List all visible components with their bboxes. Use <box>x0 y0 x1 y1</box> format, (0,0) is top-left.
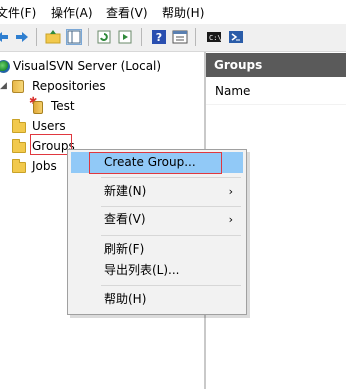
refresh-icon[interactable] <box>96 29 112 45</box>
svg-text:C:\: C:\ <box>209 34 222 42</box>
show-tree-icon[interactable] <box>66 29 82 45</box>
tree-node-users[interactable]: Users <box>0 117 204 135</box>
submenu-arrow-icon: › <box>228 213 233 226</box>
svg-text:?: ? <box>156 31 162 44</box>
toolbar: ? C:\ <box>0 24 346 52</box>
menu-item-export-list[interactable]: 导出列表(L)... <box>71 260 243 281</box>
column-divider <box>206 104 346 105</box>
properties-icon[interactable] <box>172 29 188 45</box>
menu-view[interactable]: 查看(V) <box>106 4 148 21</box>
menu-file[interactable]: 文件(F) <box>0 4 36 21</box>
tree-label-test: Test <box>51 99 75 113</box>
menu-bar: 文件(F) 操作(A) 查看(V) 帮助(H) <box>0 0 346 24</box>
tree-node-repositories[interactable]: ◢ Repositories <box>0 77 204 95</box>
toolbar-separator <box>88 28 89 46</box>
menu-item-label: 导出列表(L)... <box>104 263 180 277</box>
toolbar-separator <box>36 28 37 46</box>
help-icon[interactable]: ? <box>151 29 167 45</box>
details-header: Groups <box>206 53 346 77</box>
column-header-name[interactable]: Name <box>215 84 250 98</box>
menu-item-label: 刷新(F) <box>104 242 145 256</box>
menu-separator <box>101 177 241 178</box>
tree-node-server[interactable]: VisualSVN Server (Local) <box>0 57 204 75</box>
menu-item-refresh[interactable]: 刷新(F) <box>71 239 243 260</box>
menu-separator <box>101 285 241 286</box>
console-icon[interactable]: C:\ <box>206 29 222 45</box>
powershell-icon[interactable] <box>228 29 244 45</box>
menu-action[interactable]: 操作(A) <box>51 4 93 21</box>
menu-item-label: 新建(N) <box>104 184 147 198</box>
submenu-arrow-icon: › <box>228 185 233 198</box>
repository-icon <box>33 101 43 114</box>
tree-label-repositories: Repositories <box>32 79 106 93</box>
tree-label-jobs: Jobs <box>32 159 57 173</box>
menu-item-help[interactable]: 帮助(H) <box>71 289 243 310</box>
menu-item-label: 帮助(H) <box>104 292 147 306</box>
folder-icon <box>12 119 26 133</box>
annotation-box-groups <box>30 134 72 155</box>
repositories-icon <box>12 80 24 93</box>
menu-help[interactable]: 帮助(H) <box>162 4 204 21</box>
menu-item-view[interactable]: 查看(V) › <box>71 209 243 230</box>
toolbar-separator <box>195 28 196 46</box>
tree-label-users: Users <box>32 119 66 133</box>
tree-label-server: VisualSVN Server (Local) <box>13 59 162 73</box>
expand-arrow-icon[interactable]: ◢ <box>0 77 7 95</box>
annotation-box-create-group <box>89 152 222 174</box>
back-icon[interactable] <box>0 29 10 45</box>
folder-icon <box>12 159 26 173</box>
menu-item-label: 查看(V) <box>104 212 146 226</box>
server-icon <box>0 60 10 73</box>
toolbar-separator <box>141 28 142 46</box>
forward-icon[interactable] <box>14 29 30 45</box>
up-folder-icon[interactable] <box>45 29 61 45</box>
export-icon[interactable] <box>117 29 133 45</box>
menu-separator <box>101 206 241 207</box>
menu-separator <box>101 235 241 236</box>
tree-node-test[interactable]: ✱ Test <box>0 97 204 115</box>
menu-item-new[interactable]: 新建(N) › <box>71 181 243 202</box>
folder-icon <box>12 139 26 153</box>
